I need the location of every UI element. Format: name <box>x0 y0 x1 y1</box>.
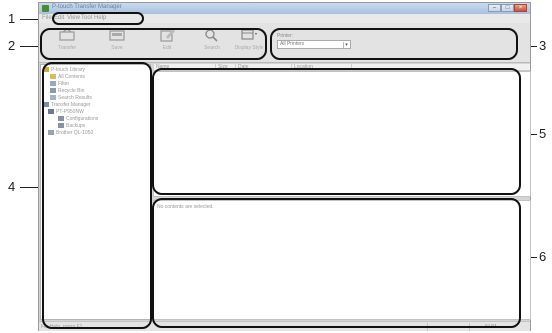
menu-file[interactable]: File <box>42 15 52 21</box>
callout-box-list <box>152 68 521 195</box>
close-button[interactable]: × <box>514 4 527 12</box>
callout-6: 6 <box>539 249 547 264</box>
callout-box-tree <box>42 62 152 329</box>
window-title: P-touch Transfer Manager <box>52 4 122 10</box>
app-icon <box>42 5 49 12</box>
callout-3: 3 <box>539 38 547 53</box>
maximize-button[interactable]: □ <box>501 4 514 12</box>
callout-box-toolbar <box>40 28 267 60</box>
callout-box-printer <box>270 28 518 60</box>
minimize-button[interactable]: – <box>488 4 501 12</box>
callout-5: 5 <box>539 126 547 141</box>
callout-2: 2 <box>8 38 16 53</box>
callout-2-line <box>20 46 40 47</box>
callout-1: 1 <box>8 11 16 26</box>
callout-box-preview <box>152 198 521 328</box>
callout-box-menu <box>52 12 144 25</box>
callout-4: 4 <box>8 179 16 194</box>
